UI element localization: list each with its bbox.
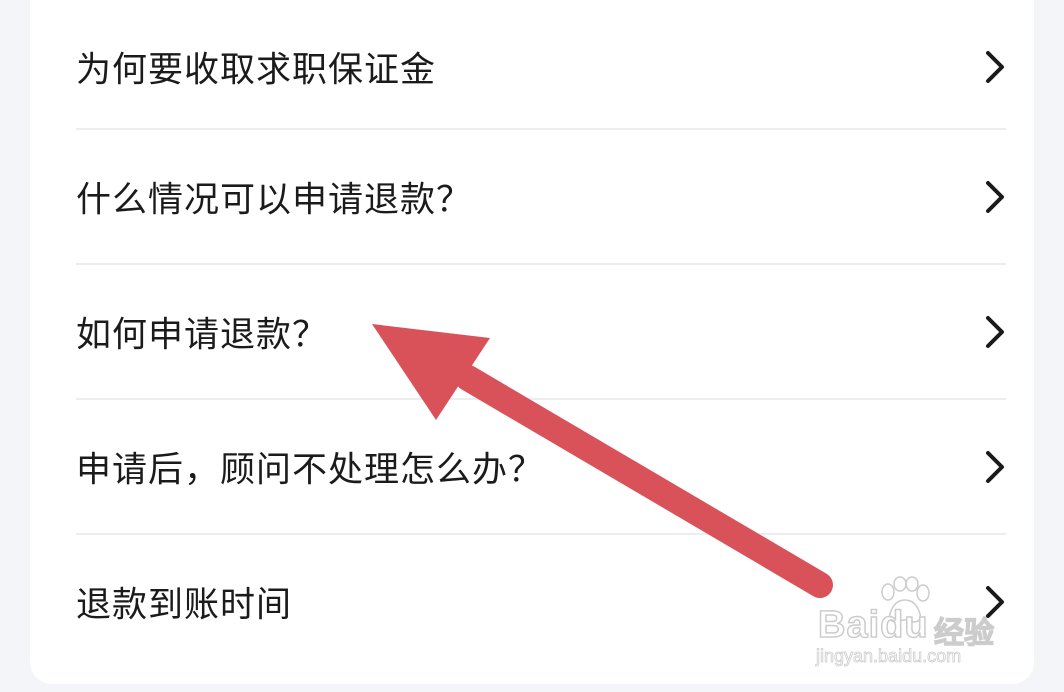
faq-item-label: 什么情况可以申请退款？: [76, 180, 473, 221]
faq-item-refund-conditions[interactable]: 什么情况可以申请退款？: [76, 130, 1006, 264]
chevron-right-icon: [986, 181, 1004, 213]
chevron-right-icon: [986, 451, 1004, 483]
faq-item-label: 退款到账时间: [76, 585, 293, 626]
faq-item-label: 如何申请退款？: [76, 315, 329, 356]
baidu-watermark: Baidu 经验 jingyan.baidu.com: [812, 570, 1012, 670]
chevron-right-icon: [986, 316, 1004, 348]
faq-item-how-to-refund[interactable]: 如何申请退款？: [76, 265, 1006, 399]
chevron-right-icon: [986, 51, 1004, 83]
faq-item-why-deposit[interactable]: 为何要收取求职保证金: [76, 0, 1006, 134]
watermark-logo: Baidu: [817, 603, 929, 647]
faq-item-label: 为何要收取求职保证金: [76, 50, 437, 91]
faq-item-advisor-not-handling[interactable]: 申请后，顾问不处理怎么办？: [76, 400, 1006, 534]
watermark-url: jingyan.baidu.com: [816, 646, 962, 667]
faq-item-label: 申请后，顾问不处理怎么办？: [76, 450, 545, 491]
